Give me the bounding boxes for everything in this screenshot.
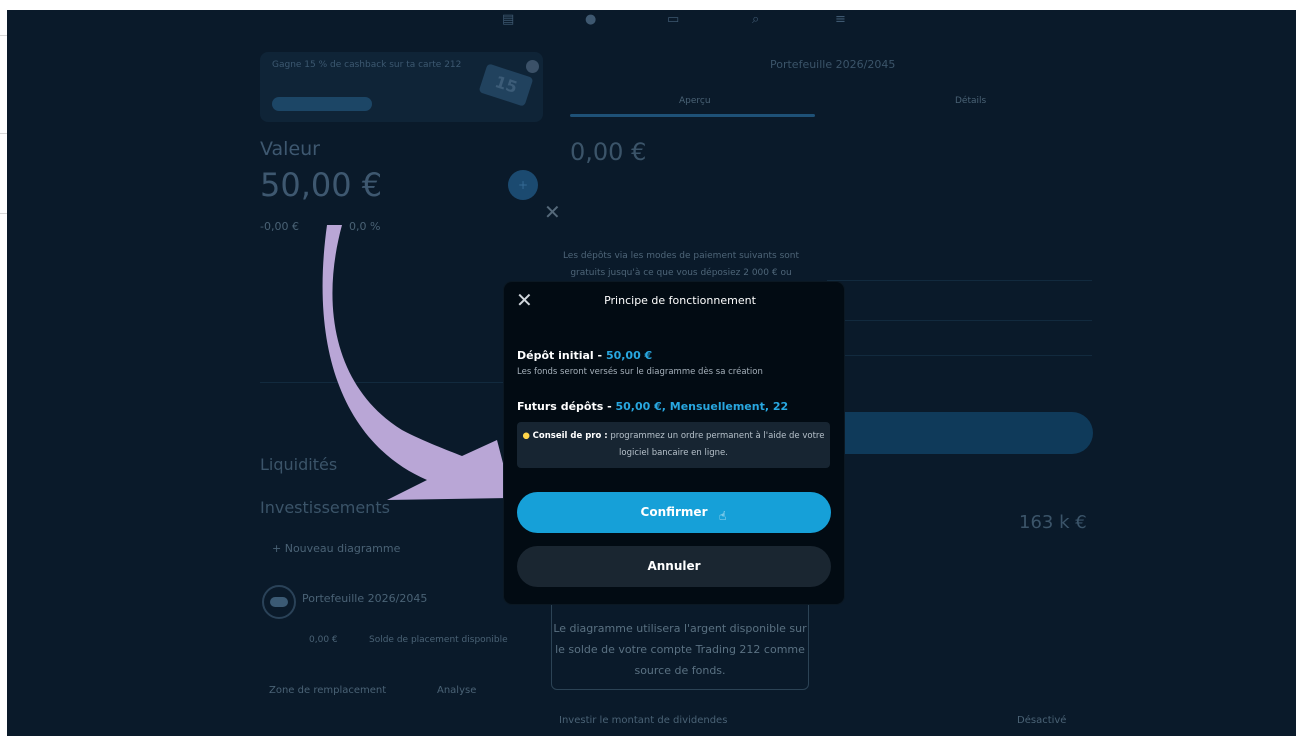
initial-deposit-line: Dépôt initial - 50,00 € (517, 349, 652, 362)
future-deposits-line: Futurs dépôts - 50,00 €, Mensuellement, … (517, 400, 788, 413)
lightbulb-icon: ● (522, 431, 530, 441)
confirm-button[interactable]: Confirmer (517, 492, 831, 533)
pro-tip-box: ● Conseil de pro : programmez un ordre p… (517, 422, 830, 468)
pointer-cursor-icon: ☝ (719, 509, 727, 523)
cancel-button[interactable]: Annuler (517, 546, 831, 587)
edge-divider (0, 133, 7, 134)
future-deposits-label: Futurs dépôts - (517, 400, 616, 413)
initial-deposit-label: Dépôt initial - (517, 349, 606, 362)
pro-tip-label: Conseil de pro : (532, 431, 608, 441)
app-window: ▤ ● ▭ ⌕ ≡ Gagne 15 % de cashback sur ta … (7, 10, 1296, 736)
modal-title: Principe de fonctionnement (604, 294, 756, 307)
edge-divider (0, 213, 7, 214)
edge-divider (0, 35, 7, 36)
initial-deposit-description: Les fonds seront versés sur le diagramme… (517, 367, 763, 377)
arrow-shape (322, 225, 512, 500)
initial-deposit-value: 50,00 € (605, 349, 653, 362)
future-deposits-value: 50,00 €, Mensuellement, 22 (615, 400, 789, 413)
pro-tip-text: programmez un ordre permanent à l'aide d… (607, 431, 825, 458)
how-it-works-modal: ✕ Principe de fonctionnement Dépôt initi… (504, 282, 844, 604)
